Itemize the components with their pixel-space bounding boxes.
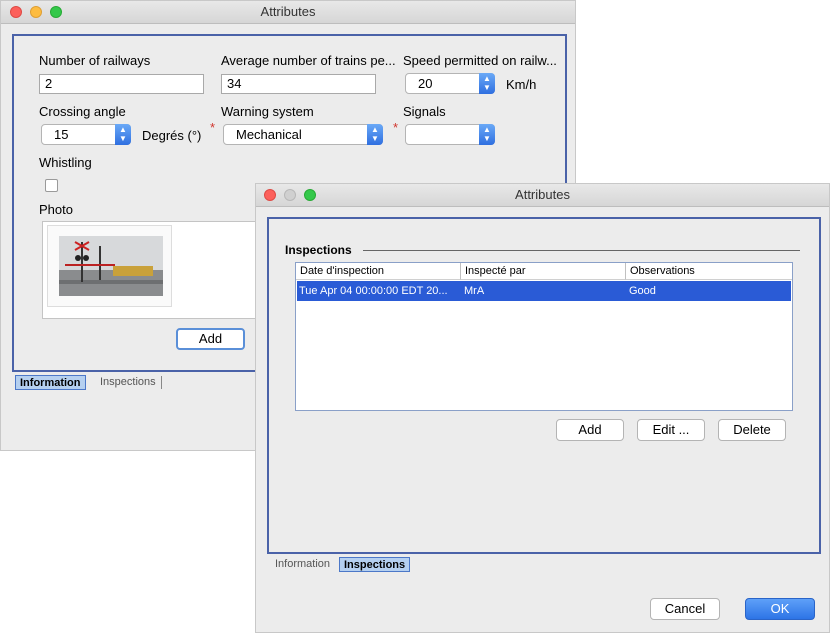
ok-button[interactable]: OK [745, 598, 815, 620]
close-window-icon[interactable] [10, 6, 22, 18]
speed-label: Speed permitted on railw... [403, 53, 557, 68]
railway-crossing-photo-icon [59, 236, 163, 296]
whistling-label: Whistling [39, 155, 92, 170]
tab-inspections[interactable]: Inspections [96, 375, 160, 390]
select-arrows-icon[interactable]: ▲ ▼ [367, 124, 383, 145]
add-photo-button[interactable]: Add [176, 328, 245, 350]
edit-inspection-button[interactable]: Edit ... [637, 419, 705, 441]
column-header-date[interactable]: Date d'inspection [296, 263, 461, 280]
table-row[interactable]: Tue Apr 04 00:00:00 EDT 20... MrA Good [297, 281, 791, 301]
speed-value: 20 [418, 76, 433, 91]
window-titlebar: Attributes [1, 1, 575, 24]
section-title: Inspections [285, 243, 352, 257]
window-title: Attributes [260, 4, 316, 19]
inspections-table[interactable]: Date d'inspection Inspecté par Observati… [295, 262, 793, 411]
table-cell-date: Tue Apr 04 00:00:00 EDT 20... [299, 285, 448, 297]
close-window-icon[interactable] [264, 189, 276, 201]
required-asterisk: * [210, 120, 216, 135]
minimize-window-icon[interactable] [284, 189, 296, 201]
tab-inspections[interactable]: Inspections [339, 557, 411, 572]
crossing-angle-stepper[interactable]: 15 ▲ ▼ [41, 124, 131, 145]
num-railways-field[interactable]: 2 [39, 74, 204, 94]
speed-stepper[interactable]: 20 ▲ ▼ [405, 73, 495, 94]
whistling-checkbox[interactable] [45, 179, 58, 192]
tab-information[interactable]: Information [15, 375, 86, 390]
photo-thumbnail[interactable] [47, 225, 172, 307]
warning-system-label: Warning system [221, 104, 314, 119]
column-header-inspector[interactable]: Inspecté par [461, 263, 626, 280]
stepper-arrows-icon[interactable]: ▲ ▼ [115, 124, 131, 145]
attributes-window-foreground: Attributes Inspections Date d'inspection… [255, 183, 830, 633]
window-title: Attributes [515, 187, 570, 202]
table-cell-inspector: MrA [464, 285, 485, 297]
warning-system-select[interactable]: Mechanical ▲ ▼ [223, 124, 383, 145]
tab-information[interactable]: Information [271, 557, 334, 572]
add-inspection-button[interactable]: Add [556, 419, 624, 441]
zoom-window-icon[interactable] [50, 6, 62, 18]
minimize-window-icon[interactable] [30, 6, 42, 18]
warning-system-value: Mechanical [236, 127, 302, 142]
column-header-observations[interactable]: Observations [626, 263, 792, 280]
table-cell-observations: Good [629, 285, 656, 297]
signals-select[interactable]: ▲ ▼ [405, 124, 495, 145]
stepper-arrows-icon[interactable]: ▲ ▼ [479, 73, 495, 94]
signals-label: Signals [403, 104, 446, 119]
zoom-window-icon[interactable] [304, 189, 316, 201]
speed-unit: Km/h [506, 77, 537, 92]
delete-inspection-button[interactable]: Delete [718, 419, 786, 441]
photo-label: Photo [39, 202, 73, 217]
crossing-angle-unit: Degrés (°) [142, 128, 202, 143]
avg-trains-field[interactable]: 34 [221, 74, 376, 94]
cancel-button[interactable]: Cancel [650, 598, 720, 620]
avg-trains-label: Average number of trains pe... [221, 53, 396, 68]
select-arrows-icon[interactable]: ▲ ▼ [479, 124, 495, 145]
crossing-angle-value: 15 [54, 127, 69, 142]
num-railways-label: Number of railways [39, 53, 151, 68]
section-rule [363, 250, 800, 251]
window-titlebar: Attributes [256, 184, 829, 207]
crossing-angle-label: Crossing angle [39, 104, 126, 119]
required-asterisk: * [393, 120, 399, 135]
tab-separator [161, 376, 162, 389]
